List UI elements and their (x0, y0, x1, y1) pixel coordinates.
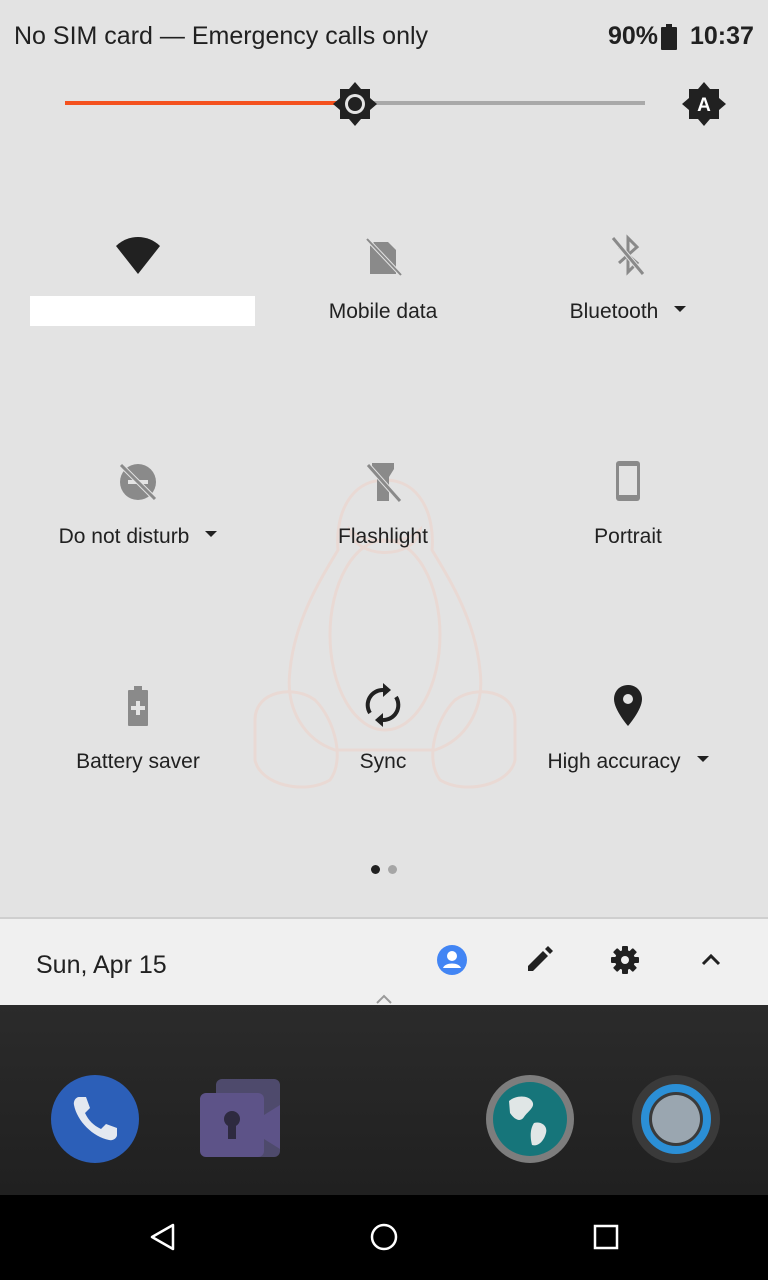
svg-text:A: A (697, 95, 711, 116)
brightness-thumb-icon[interactable] (331, 80, 379, 128)
browser-globe-app-icon[interactable] (484, 1073, 576, 1165)
page-dot-active[interactable] (371, 865, 380, 874)
mobile-data-off-icon (364, 236, 404, 278)
brightness-slider-fill (65, 101, 355, 105)
edit-icon[interactable] (522, 943, 556, 977)
flashlight-off-icon (366, 463, 402, 503)
tile-label: Portrait (594, 525, 662, 548)
recents-icon[interactable] (586, 1217, 626, 1257)
sync-icon (365, 683, 401, 727)
battery-saver-icon (128, 686, 148, 726)
status-bar: No SIM card — Emergency calls only 90% 1… (0, 0, 768, 74)
tile-sync[interactable]: Sync (255, 650, 511, 875)
battery-percent: 90% (608, 22, 659, 50)
tile-label: Battery saver (76, 750, 200, 773)
date-text: Sun, Apr 15 (36, 951, 167, 979)
tile-label: Bluetooth (500, 300, 756, 324)
tile-location[interactable]: High accuracy (500, 650, 756, 875)
tile-mobile-data[interactable]: Mobile data (255, 200, 511, 425)
tile-bluetooth[interactable]: Bluetooth (500, 200, 756, 425)
tile-do-not-disturb[interactable]: Do not disturb (10, 425, 266, 650)
tile-label: Sync (359, 750, 407, 773)
carrier-text: No SIM card — Emergency calls only (14, 22, 429, 50)
back-icon[interactable] (143, 1217, 183, 1257)
tile-label: Do not disturb (10, 525, 266, 549)
location-icon (614, 685, 642, 726)
portrait-icon (616, 461, 640, 501)
page-indicator (0, 861, 768, 874)
wifi-icon (116, 237, 160, 274)
redacted-network-name (30, 296, 255, 326)
dropdown-caret-icon[interactable] (674, 306, 687, 313)
tile-label: Mobile data (328, 300, 438, 323)
gear-icon[interactable] (608, 943, 642, 977)
tile-flashlight[interactable]: Flashlight (255, 425, 511, 650)
tile-portrait[interactable]: Portrait (500, 425, 756, 650)
do-not-disturb-off-icon (119, 463, 157, 501)
phone-app-icon[interactable] (49, 1073, 141, 1165)
chevron-up-icon[interactable] (694, 943, 728, 977)
user-icon[interactable] (435, 943, 469, 977)
quick-settings-panel: No SIM card — Emergency calls only 90% 1… (0, 0, 768, 1005)
chevron-up-icon (376, 994, 392, 1004)
page-dot[interactable] (388, 865, 397, 874)
bluetooth-off-icon (611, 234, 645, 276)
tile-label: Flashlight (338, 525, 428, 548)
private-video-app-icon[interactable] (196, 1075, 288, 1167)
circle-app-icon[interactable] (630, 1073, 722, 1165)
quick-settings-footer: Sun, Apr 15 (0, 917, 768, 1005)
clock: 10:37 (690, 22, 754, 50)
battery-icon (661, 24, 677, 50)
tile-battery-saver[interactable]: Battery saver (10, 650, 266, 875)
home-icon[interactable] (364, 1217, 404, 1257)
dropdown-caret-icon[interactable] (696, 756, 709, 763)
tile-label: High accuracy (500, 750, 756, 774)
navigation-bar (0, 1195, 768, 1280)
brightness-auto-icon[interactable]: A (680, 80, 728, 128)
dropdown-caret-icon[interactable] (205, 531, 218, 538)
